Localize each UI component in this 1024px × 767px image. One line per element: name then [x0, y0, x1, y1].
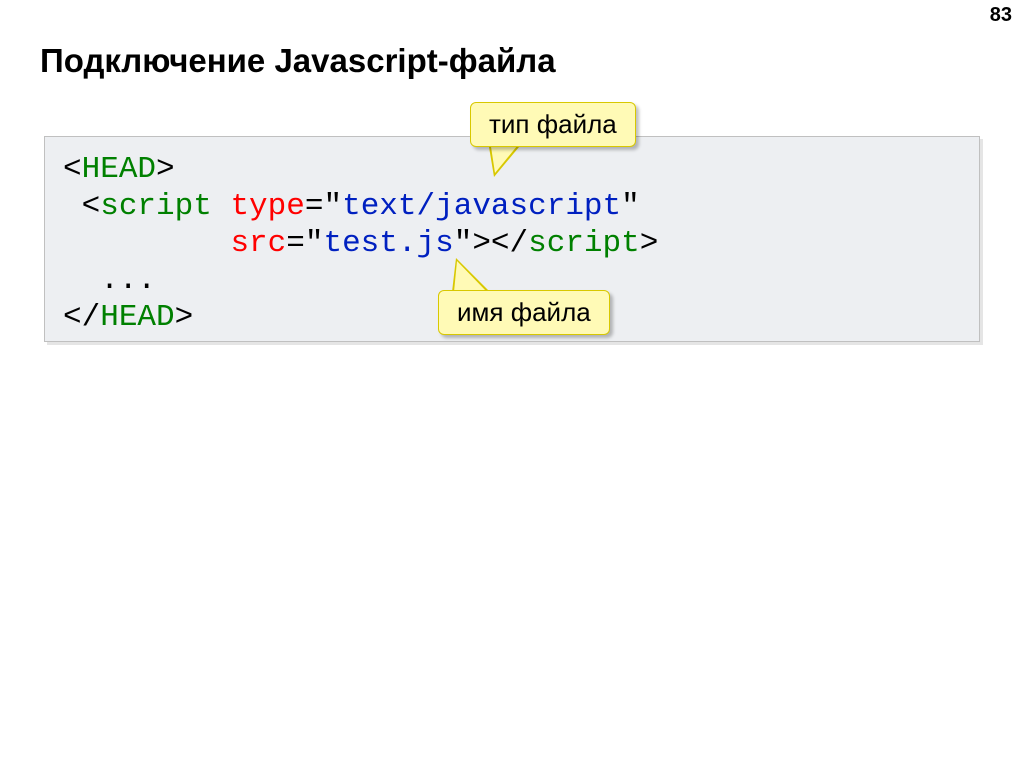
bracket: > — [640, 226, 659, 261]
space — [212, 189, 231, 224]
bracket: > — [156, 152, 175, 187]
bracket: ></ — [472, 226, 528, 261]
callout-file-name: имя файла — [438, 290, 610, 335]
punct: =" — [305, 189, 342, 224]
slide-title: Подключение Javascript-файла — [40, 42, 556, 80]
val-src: test.js — [323, 226, 453, 261]
bracket: </ — [63, 300, 100, 335]
page-number: 83 — [990, 4, 1012, 27]
ellipsis: ... — [100, 263, 156, 298]
callout-file-type: тип файла — [470, 102, 636, 147]
attr-src: src — [230, 226, 286, 261]
punct: " — [621, 189, 640, 224]
callout-tail — [454, 261, 487, 292]
punct: " — [454, 226, 473, 261]
indent — [63, 189, 82, 224]
attr-type: type — [230, 189, 304, 224]
tag-script: script — [100, 189, 212, 224]
bracket: > — [175, 300, 194, 335]
val-type: text/javascript — [342, 189, 621, 224]
bracket: < — [82, 189, 101, 224]
indent — [63, 226, 230, 261]
indent — [63, 263, 100, 298]
tag-head-close: HEAD — [100, 300, 174, 335]
punct: =" — [286, 226, 323, 261]
slide: 83 Подключение Javascript-файла <HEAD> <… — [0, 0, 1024, 767]
tag-head-open: HEAD — [82, 152, 156, 187]
tag-script-close: script — [528, 226, 640, 261]
bracket: < — [63, 152, 82, 187]
